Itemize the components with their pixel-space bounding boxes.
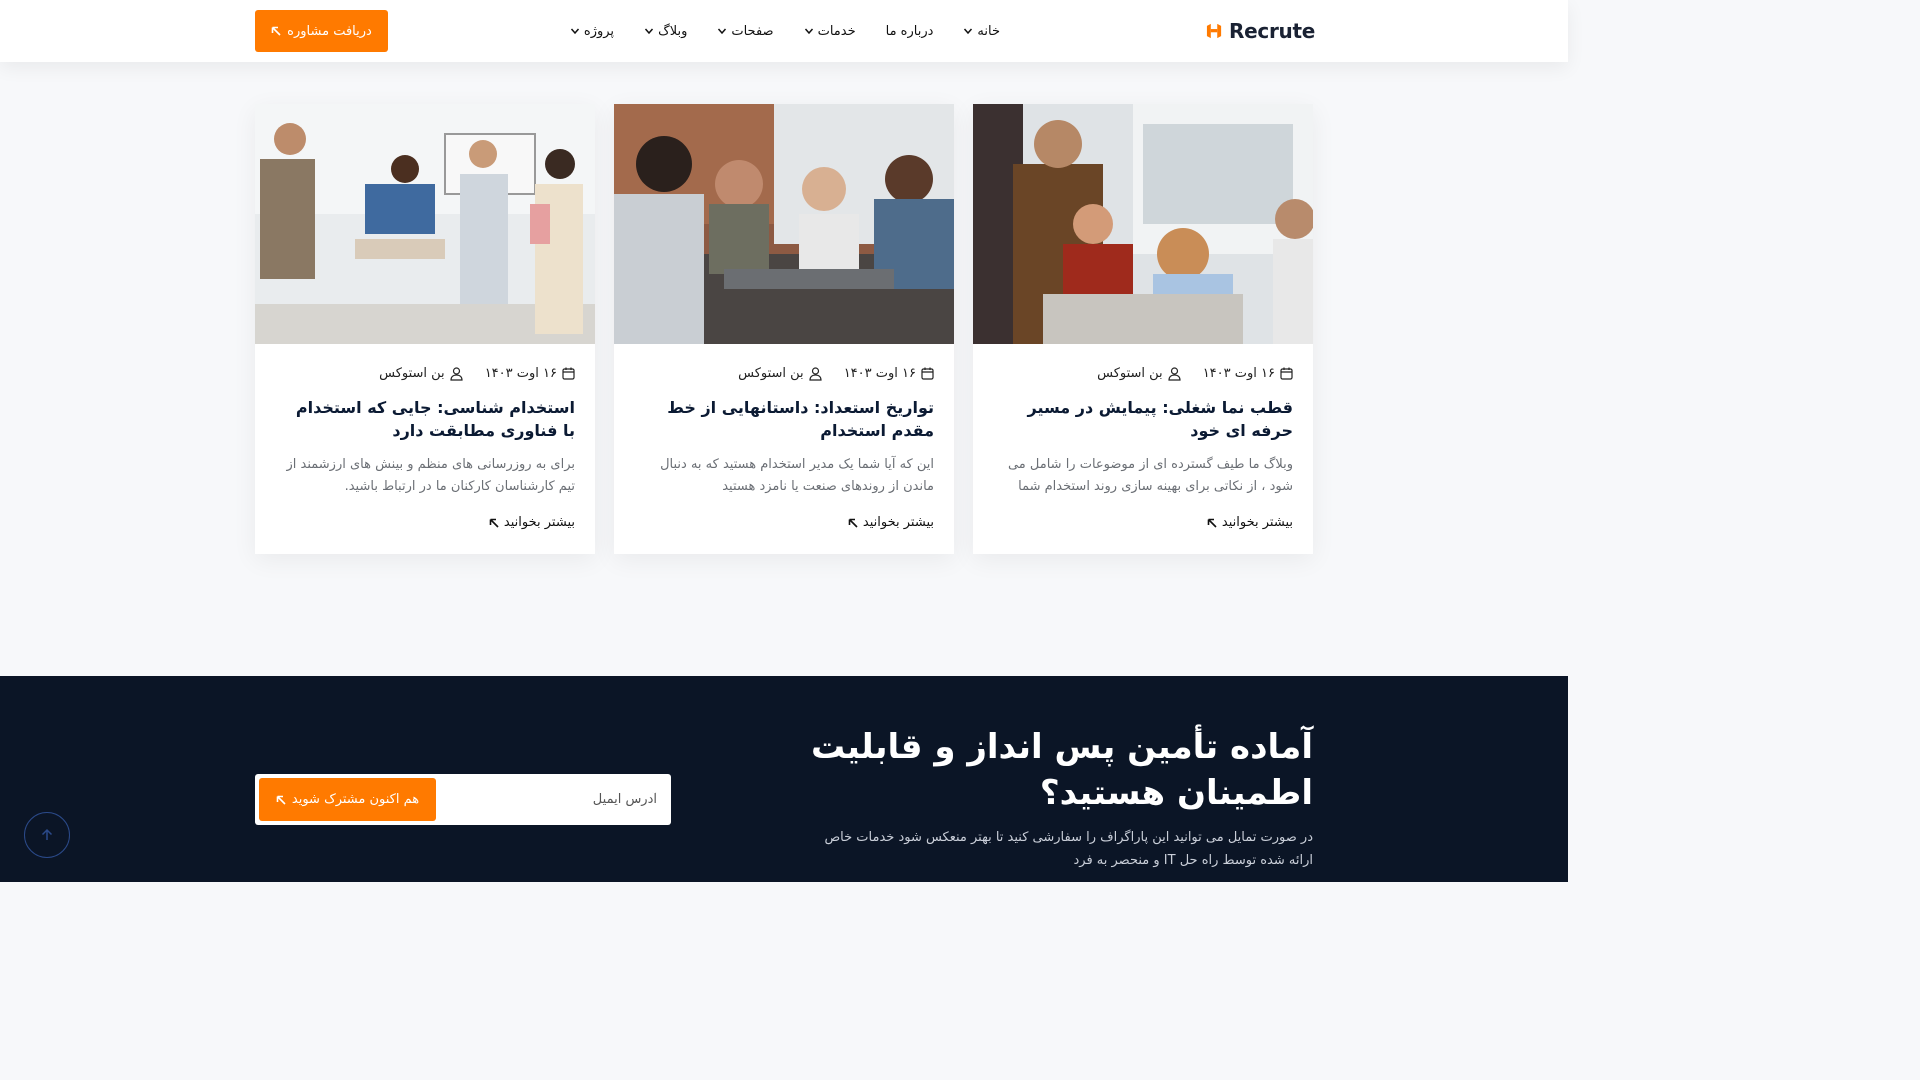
- post-author-text: بن استوکس: [1097, 366, 1163, 381]
- post-date: ۱۶ اوت ۱۴۰۳: [485, 366, 575, 381]
- newsletter-description: در صورت تمایل می توانید این پاراگراف را …: [824, 830, 1313, 868]
- main-nav: خانه درباره ما خدمات صفحات وبلاگ پروژه: [570, 20, 1000, 42]
- newsletter-section: آماده تأمین پس انداز و قابلیت اطمینان هس…: [0, 676, 1568, 882]
- post-meta: ۱۶ اوت ۱۴۰۳ بن استوکس: [379, 366, 575, 381]
- post-meta: ۱۶ اوت ۱۴۰۳ بن استوکس: [1097, 366, 1293, 381]
- newsletter-title: آماده تأمین پس انداز و قابلیت اطمینان هس…: [810, 727, 1313, 813]
- blog-card: ۱۶ اوت ۱۴۰۳ بن استوکس تواریخ استعداد: دا…: [614, 104, 954, 554]
- nav-label: درباره ما: [885, 23, 934, 39]
- post-excerpt: این که آیا شما یک مدیر استخدام هستید که …: [660, 457, 934, 494]
- post-author-text: بن استوکس: [738, 366, 804, 381]
- nav-item-about[interactable]: درباره ما: [886, 24, 934, 39]
- post-excerpt: برای به روزرسانی های منظم و بینش های ارز…: [286, 457, 576, 494]
- read-more-label: بیشتر بخوانید: [503, 515, 575, 530]
- calendar-icon: [562, 367, 575, 380]
- nav-item-blog[interactable]: وبلاگ: [644, 24, 687, 39]
- blog-card-image[interactable]: [614, 104, 954, 344]
- post-author: بن استوکس: [738, 366, 822, 381]
- blog-card: ۱۶ اوت ۱۴۰۳ بن استوکس استخدام شناسی: جای…: [255, 104, 595, 554]
- arrow-up-left-icon: [1207, 518, 1217, 528]
- nav-label: پروژه: [583, 23, 615, 39]
- nav-item-services[interactable]: خدمات: [804, 24, 856, 39]
- user-icon: [450, 366, 463, 381]
- post-date-text: ۱۶ اوت ۱۴۰۳: [1202, 366, 1275, 381]
- read-more-link[interactable]: بیشتر بخوانید: [489, 515, 575, 530]
- nav-label: صفحات: [731, 23, 774, 39]
- blog-card-image[interactable]: [973, 104, 1313, 344]
- post-title[interactable]: تواریخ استعداد: داستانهایی از خط مقدم اس…: [644, 396, 934, 442]
- post-title[interactable]: استخدام شناسی: جایی که استخدام با فناوری…: [285, 396, 575, 442]
- calendar-icon: [1280, 367, 1293, 380]
- post-meta: ۱۶ اوت ۱۴۰۳ بن استوکس: [738, 366, 934, 381]
- post-date: ۱۶ اوت ۱۴۰۳: [844, 366, 934, 381]
- get-consultation-button[interactable]: دریافت مشاوره: [255, 10, 388, 52]
- post-date-text: ۱۶ اوت ۱۴۰۳: [484, 366, 557, 381]
- email-input[interactable]: [437, 788, 657, 810]
- subscribe-button[interactable]: هم اکنون مشترک شوید: [259, 778, 436, 821]
- arrow-up-left-icon: [276, 795, 286, 805]
- button-label: دریافت مشاوره: [287, 23, 372, 39]
- logo-icon: [1206, 23, 1222, 39]
- blog-card-image[interactable]: [255, 104, 595, 344]
- read-more-label: بیشتر بخوانید: [1221, 515, 1293, 530]
- nav-item-home[interactable]: خانه: [963, 24, 1000, 39]
- chevron-down-icon: [718, 28, 727, 35]
- button-label: هم اکنون مشترک شوید: [291, 792, 420, 807]
- post-date-text: ۱۶ اوت ۱۴۰۳: [843, 366, 916, 381]
- nav-item-projects[interactable]: پروژه: [570, 24, 614, 39]
- nav-item-pages[interactable]: صفحات: [717, 23, 774, 39]
- nav-label: خانه: [977, 23, 1000, 39]
- arrow-up-left-icon: [489, 518, 499, 528]
- post-title[interactable]: قطب نما شغلی: پیمایش در مسیر حرفه ای خود: [1003, 396, 1293, 442]
- chevron-down-icon: [964, 28, 973, 35]
- arrow-up-left-icon: [848, 518, 858, 528]
- scroll-to-top-button[interactable]: [24, 812, 70, 858]
- chevron-down-icon: [570, 28, 579, 35]
- post-author-text: بن استوکس: [379, 366, 445, 381]
- read-more-link[interactable]: بیشتر بخوانید: [848, 515, 934, 530]
- nav-label: خدمات: [817, 23, 856, 39]
- subscribe-form: هم اکنون مشترک شوید: [255, 774, 671, 825]
- logo[interactable]: Recrute: [1205, 16, 1315, 46]
- post-author: بن استوکس: [379, 366, 463, 381]
- arrow-up-left-icon: [271, 26, 281, 36]
- post-date: ۱۶ اوت ۱۴۰۳: [1203, 366, 1293, 381]
- chevron-down-icon: [644, 28, 654, 35]
- user-icon: [809, 366, 822, 381]
- logo-text: Recrute: [1229, 19, 1315, 43]
- chevron-down-icon: [804, 28, 813, 35]
- nav-label: وبلاگ: [658, 23, 688, 39]
- read-more-label: بیشتر بخوانید: [862, 515, 934, 530]
- arrow-up-icon: [41, 828, 53, 840]
- user-icon: [1168, 366, 1181, 381]
- post-excerpt: وبلاگ ما طیف گسترده ای از موضوعات را شام…: [1007, 457, 1293, 494]
- blog-card: ۱۶ اوت ۱۴۰۳ بن استوکس قطب نما شغلی: پیما…: [973, 104, 1313, 554]
- post-author: بن استوکس: [1097, 366, 1181, 381]
- calendar-icon: [921, 367, 934, 380]
- read-more-link[interactable]: بیشتر بخوانید: [1207, 515, 1293, 530]
- site-header: Recrute خانه درباره ما خدمات صفحات وبلاگ…: [0, 0, 1568, 62]
